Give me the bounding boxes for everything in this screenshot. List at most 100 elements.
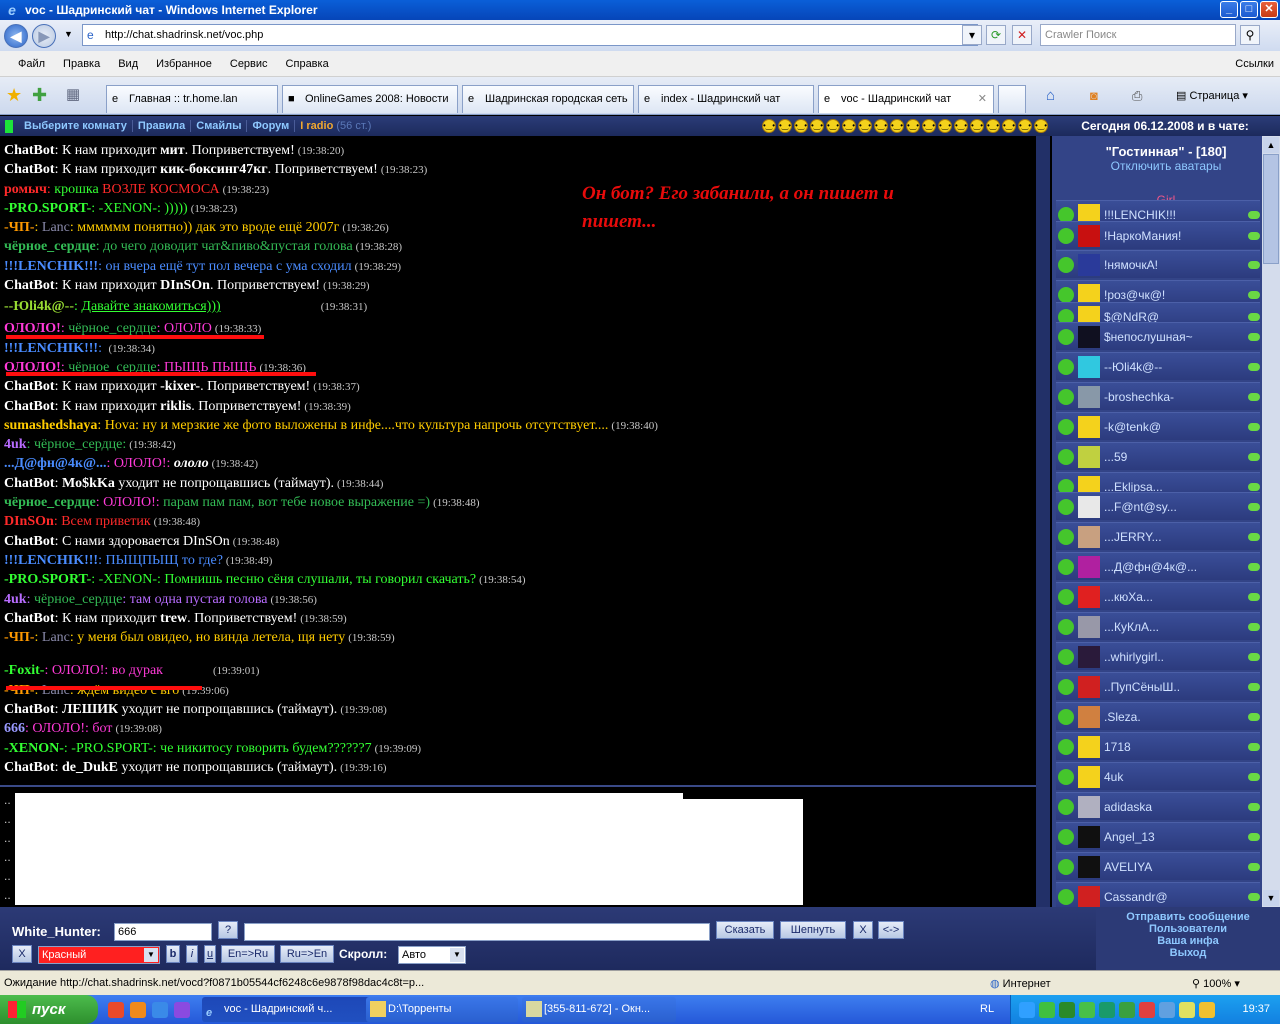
message-addressee[interactable]: Давайте знакомиться))): [81, 299, 220, 314]
user-name[interactable]: ...59: [1104, 450, 1244, 464]
message-nick[interactable]: -PRO.SPORT-: [4, 201, 91, 216]
feeds-icon[interactable]: ◙: [1090, 86, 1098, 106]
search-input[interactable]: Crawler Поиск: [1040, 24, 1236, 46]
smiley-icon[interactable]: •‿•: [906, 119, 920, 133]
smiley-icon[interactable]: •‿•: [922, 119, 936, 133]
menu-tools[interactable]: Сервис: [221, 58, 277, 70]
tab-home-lan[interactable]: e Главная :: tr.home.lan: [106, 85, 278, 113]
quick-tabs-icon[interactable]: ▦: [66, 85, 80, 103]
smiley-icon[interactable]: •‿•: [842, 119, 856, 133]
smiley-icon[interactable]: •‿•: [986, 119, 1000, 133]
stop-icon[interactable]: ✕: [1012, 25, 1032, 45]
help-button[interactable]: ?: [218, 921, 238, 939]
minimize-button[interactable]: _: [1220, 1, 1238, 18]
eye-icon[interactable]: [1248, 742, 1260, 751]
user-name[interactable]: ...JERRY...: [1104, 530, 1244, 544]
your-info-link[interactable]: Ваша инфа: [1096, 935, 1280, 947]
eye-icon[interactable]: [1248, 772, 1260, 781]
user-row[interactable]: Cassandr@: [1056, 882, 1260, 907]
message-nick[interactable]: !!!LENCHIK!!!: [4, 259, 98, 274]
scroll-select[interactable]: Авто ▼: [398, 946, 466, 964]
user-row[interactable]: ..whirlygirl..: [1056, 642, 1260, 670]
message-nick[interactable]: DInSOn: [4, 514, 54, 529]
color-select[interactable]: Красный ▼: [38, 946, 160, 964]
start-button[interactable]: пуск: [0, 995, 98, 1024]
user-name[interactable]: !НаркоМания!: [1104, 229, 1244, 243]
smiley-icon[interactable]: •‿•: [954, 119, 968, 133]
maximize-button[interactable]: □: [1240, 1, 1258, 18]
menu-favorites[interactable]: Избранное: [147, 58, 221, 70]
scroll-down-icon[interactable]: ▼: [1263, 890, 1279, 906]
eye-icon[interactable]: [1248, 482, 1260, 491]
tray-safely-remove-icon[interactable]: [1179, 1002, 1195, 1018]
whisper-button[interactable]: Шепнуть: [780, 921, 846, 939]
message-nick[interactable]: -ЧП-: [4, 630, 35, 645]
user-row[interactable]: $непослушная~: [1056, 322, 1260, 350]
close-button[interactable]: ✕: [1260, 1, 1278, 18]
message-nick[interactable]: !!!LENCHIK!!!: [4, 341, 98, 356]
disable-avatars-link[interactable]: Отключить аватары: [1052, 159, 1280, 173]
user-name[interactable]: -k@tenk@: [1104, 420, 1244, 434]
user-name[interactable]: AVELIYA: [1104, 860, 1244, 874]
message-nick[interactable]: ChatBot: [4, 143, 55, 158]
tab-index-chat[interactable]: e index - Шадринский чат: [638, 85, 814, 113]
eye-icon[interactable]: [1248, 682, 1260, 691]
quicklaunch-media-icon[interactable]: [174, 1002, 190, 1018]
recipient-field[interactable]: 666: [114, 923, 212, 941]
user-name[interactable]: !!!LENCHIK!!!: [1104, 208, 1244, 222]
links-button[interactable]: Ссылки: [1235, 58, 1274, 70]
user-name[interactable]: $непослушная~: [1104, 330, 1244, 344]
tab-shadrinsk-net[interactable]: e Шадринская городская сеть: [462, 85, 634, 113]
task-ie-window[interactable]: e voc - Шадринский ч...: [202, 997, 374, 1022]
tray-volume-icon[interactable]: [1159, 1002, 1175, 1018]
eye-icon[interactable]: [1248, 332, 1260, 341]
home-icon[interactable]: ⌂: [1046, 86, 1055, 106]
message-field[interactable]: [244, 923, 710, 941]
smiley-icon[interactable]: •‿•: [1018, 119, 1032, 133]
smiley-icon[interactable]: •‿•: [794, 119, 808, 133]
user-row[interactable]: adidaska: [1056, 792, 1260, 820]
eye-icon[interactable]: [1248, 562, 1260, 571]
smiley-icon[interactable]: •‿•: [890, 119, 904, 133]
user-row[interactable]: ...Д@фн@4к@...: [1056, 552, 1260, 580]
smiley-icon[interactable]: •‿•: [858, 119, 872, 133]
eye-icon[interactable]: [1248, 802, 1260, 811]
nav-rules[interactable]: Правила: [133, 120, 192, 132]
user-name[interactable]: ..whirlygirl..: [1104, 650, 1244, 664]
smiley-icon[interactable]: •‿•: [826, 119, 840, 133]
say-button[interactable]: Сказать: [716, 921, 774, 939]
user-name[interactable]: ..ПупСёныШ..: [1104, 680, 1244, 694]
search-icon[interactable]: ⚲: [1240, 25, 1260, 45]
message-nick[interactable]: ChatBot: [4, 534, 55, 549]
eye-icon[interactable]: [1248, 892, 1260, 901]
message-nick[interactable]: -PRO.SPORT-: [4, 572, 91, 587]
user-row[interactable]: !НаркоМания!: [1056, 221, 1260, 249]
message-nick[interactable]: ChatBot: [4, 379, 55, 394]
message-addressee[interactable]: Lanc: [42, 683, 70, 698]
scroll-up-icon[interactable]: ▲: [1263, 137, 1279, 153]
user-row[interactable]: ...F@nt@sy...: [1056, 492, 1260, 520]
eye-icon[interactable]: [1248, 210, 1260, 219]
eye-icon[interactable]: [1248, 392, 1260, 401]
clear-button[interactable]: X: [853, 921, 873, 939]
message-nick[interactable]: -Foxit-: [4, 663, 44, 678]
history-scrollbar[interactable]: [1036, 785, 1050, 907]
quicklaunch-ie-icon[interactable]: [152, 1002, 168, 1018]
message-nick[interactable]: ChatBot: [4, 702, 55, 717]
en-ru-button[interactable]: En=>Ru: [221, 945, 275, 963]
message-nick[interactable]: ChatBot: [4, 278, 55, 293]
eye-icon[interactable]: [1248, 231, 1260, 240]
zoom-level[interactable]: ⚲ 100% ▾: [1192, 977, 1240, 990]
message-nick[interactable]: ChatBot: [4, 162, 55, 177]
address-input[interactable]: e http://chat.shadrinsk.net/voc.php: [82, 24, 978, 46]
user-name[interactable]: ...КуКлА...: [1104, 620, 1244, 634]
eye-icon[interactable]: [1248, 452, 1260, 461]
eye-icon[interactable]: [1248, 862, 1260, 871]
smiley-icon[interactable]: •‿•: [1034, 119, 1048, 133]
tray-utorrent-icon[interactable]: [1099, 1002, 1115, 1018]
eye-icon[interactable]: [1248, 422, 1260, 431]
message-nick[interactable]: -ЧП-: [4, 220, 35, 235]
user-row[interactable]: ...59: [1056, 442, 1260, 470]
user-row[interactable]: 1718: [1056, 732, 1260, 760]
message-nick[interactable]: ChatBot: [4, 399, 55, 414]
